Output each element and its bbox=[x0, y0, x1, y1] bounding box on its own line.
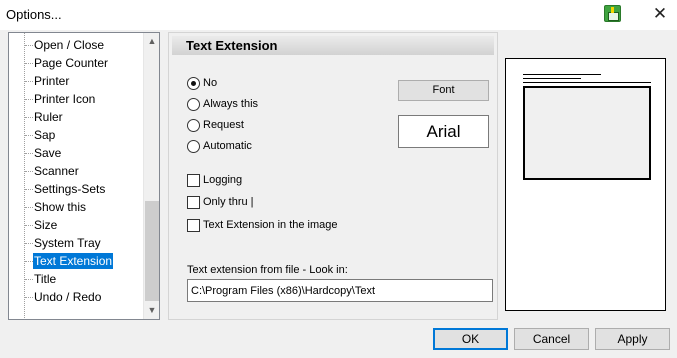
tree-item-label: Show this bbox=[34, 200, 87, 214]
tree-item-label: Open / Close bbox=[34, 38, 105, 52]
radio-automatic[interactable]: Automatic bbox=[187, 139, 277, 155]
cancel-button[interactable]: Cancel bbox=[514, 328, 589, 350]
radio-label: No bbox=[203, 77, 218, 89]
tree-item-printer-icon[interactable]: Printer Icon bbox=[9, 90, 145, 108]
preview-line bbox=[523, 74, 601, 75]
options-tree[interactable]: Open / Close Page Counter Printer Printer I… bbox=[8, 32, 160, 320]
tree-item-undo-redo[interactable]: Undo / Redo bbox=[9, 288, 145, 306]
checkbox-box[interactable] bbox=[187, 174, 200, 187]
tree-item-label: Ruler bbox=[34, 110, 63, 124]
tree-item-settings-sets[interactable]: Settings-Sets bbox=[9, 180, 145, 198]
tree-item-system-tray[interactable]: System Tray bbox=[9, 234, 145, 252]
tree-connector bbox=[25, 99, 33, 100]
radio-circle[interactable] bbox=[187, 119, 200, 132]
tree-connector bbox=[25, 63, 33, 64]
scroll-down-icon[interactable]: ▼ bbox=[144, 302, 160, 319]
close-icon[interactable]: ✕ bbox=[648, 4, 672, 24]
section-title: Text Extension bbox=[186, 38, 278, 53]
tree-item-text-extension[interactable]: Text Extension bbox=[9, 252, 145, 270]
tree-item-label: Printer bbox=[34, 74, 70, 88]
settings-panel: Text Extension No Always this Request Au… bbox=[168, 32, 498, 320]
checkbox-label: Only thru | bbox=[203, 196, 254, 208]
tree-item-label: Settings-Sets bbox=[34, 182, 106, 196]
tree-item-label: Printer Icon bbox=[34, 92, 96, 106]
app-icon bbox=[604, 5, 621, 22]
page-preview bbox=[505, 58, 666, 311]
checkbox-only-thru[interactable]: Only thru | bbox=[187, 195, 267, 211]
tree-connector bbox=[25, 189, 33, 190]
font-preview: Arial bbox=[398, 115, 489, 148]
preview-line bbox=[523, 78, 581, 79]
font-button[interactable]: Font bbox=[398, 80, 489, 101]
checkbox-logging[interactable]: Logging bbox=[187, 173, 267, 189]
tree-connector bbox=[25, 45, 33, 46]
radio-circle[interactable] bbox=[187, 77, 200, 90]
radio-request[interactable]: Request bbox=[187, 118, 267, 134]
tree-connector bbox=[25, 207, 33, 208]
radio-circle[interactable] bbox=[187, 98, 200, 111]
checkbox-box[interactable] bbox=[187, 196, 200, 209]
window-title: Options... bbox=[6, 7, 62, 22]
path-label: Text extension from file - Look in: bbox=[187, 264, 348, 276]
scrollbar-thumb[interactable] bbox=[145, 201, 159, 301]
tree-scrollbar[interactable]: ▲ ▼ bbox=[143, 33, 159, 319]
tree-item-open-close[interactable]: Open / Close bbox=[9, 36, 145, 54]
section-header: Text Extension bbox=[172, 36, 494, 55]
checkbox-label: Text Extension in the image bbox=[203, 219, 338, 231]
radio-label: Automatic bbox=[203, 140, 252, 152]
tree-connector bbox=[25, 297, 33, 298]
tree-connector bbox=[25, 117, 33, 118]
tree-connector bbox=[25, 225, 33, 226]
title-bar: Options... ✕ bbox=[0, 0, 677, 30]
path-input[interactable] bbox=[187, 279, 493, 302]
apply-button[interactable]: Apply bbox=[595, 328, 670, 350]
radio-label: Request bbox=[203, 119, 244, 131]
tree-connector bbox=[25, 81, 33, 82]
tree-connector bbox=[25, 135, 33, 136]
tree-connector bbox=[25, 243, 33, 244]
tree-item-label: Title bbox=[34, 272, 57, 286]
tree-item-label: Undo / Redo bbox=[34, 290, 102, 304]
preview-line bbox=[523, 82, 651, 83]
tree-connector bbox=[25, 171, 33, 172]
radio-always-this[interactable]: Always this bbox=[187, 97, 277, 113]
tree-item-printer[interactable]: Printer bbox=[9, 72, 145, 90]
ok-button[interactable]: OK bbox=[433, 328, 508, 350]
tree-item-scanner[interactable]: Scanner bbox=[9, 162, 145, 180]
scroll-up-icon[interactable]: ▲ bbox=[144, 33, 160, 50]
tree-connector bbox=[25, 153, 33, 154]
tree-item-label: Scanner bbox=[34, 164, 79, 178]
tree-item-save[interactable]: Save bbox=[9, 144, 145, 162]
preview-image-box bbox=[523, 86, 651, 180]
tree-item-label: Sap bbox=[34, 128, 56, 142]
radio-circle[interactable] bbox=[187, 140, 200, 153]
tree-item-label: Size bbox=[34, 218, 58, 232]
tree-item-size[interactable]: Size bbox=[9, 216, 145, 234]
tree-item-ruler[interactable]: Ruler bbox=[9, 108, 145, 126]
tree-item-title[interactable]: Title bbox=[9, 270, 145, 288]
radio-label: Always this bbox=[203, 98, 259, 110]
tree-item-label: Text Extension bbox=[33, 253, 114, 269]
checkbox-box[interactable] bbox=[187, 219, 200, 232]
tree-item-sap[interactable]: Sap bbox=[9, 126, 145, 144]
checkbox-label: Logging bbox=[203, 174, 243, 186]
tree-item-page-counter[interactable]: Page Counter bbox=[9, 54, 145, 72]
tree-connector bbox=[25, 261, 33, 262]
tree-item-show-this[interactable]: Show this bbox=[9, 198, 145, 216]
radio-no[interactable]: No bbox=[187, 76, 247, 92]
tree-connector bbox=[25, 279, 33, 280]
tree-item-label: Save bbox=[34, 146, 62, 160]
tree-item-label: Page Counter bbox=[34, 56, 109, 70]
checkbox-text-extension-in-image[interactable]: Text Extension in the image bbox=[187, 218, 357, 234]
tree-item-label: System Tray bbox=[34, 236, 101, 250]
